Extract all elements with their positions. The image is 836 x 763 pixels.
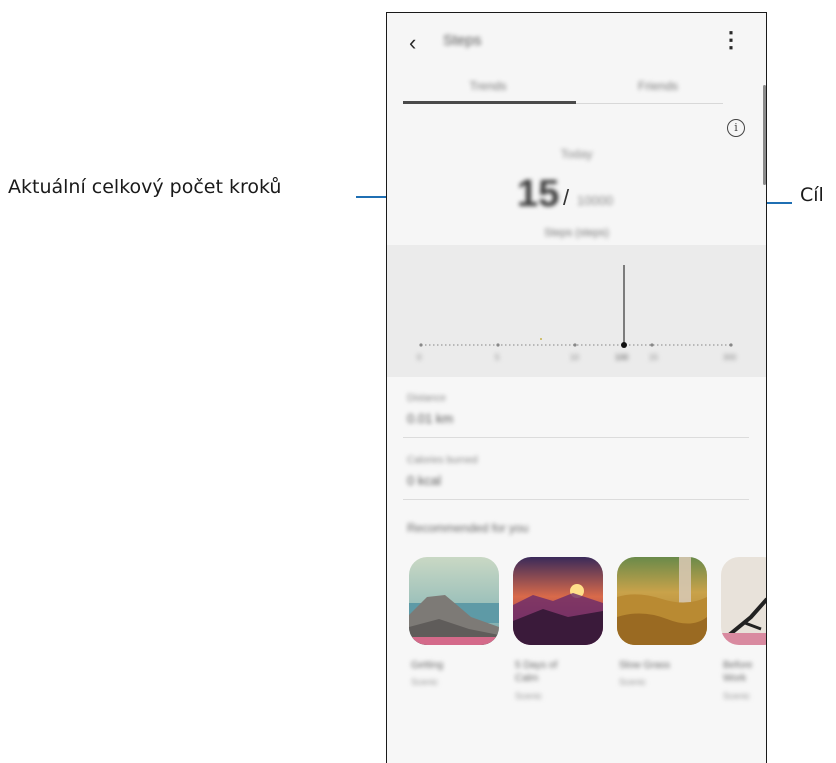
steps-separator: /: [563, 185, 570, 210]
card-subtitle: Scenic: [619, 677, 647, 687]
distance-label: Distance: [407, 393, 446, 404]
recommendation-card-1[interactable]: [409, 557, 499, 645]
recommended-title: Recommended for you: [407, 521, 529, 535]
card-title: Getting: [411, 660, 444, 671]
chart-tick-mark: [496, 343, 500, 347]
calories-value: 0 kcal: [407, 473, 441, 488]
chart-tick-label: 5: [495, 353, 500, 362]
card-title: Before Work: [723, 660, 753, 684]
recommendation-card-4[interactable]: [721, 557, 766, 645]
steps-chart[interactable]: 0 5 10 100 15 300: [387, 245, 766, 377]
current-steps-value: 15: [517, 173, 560, 215]
callout-current-steps: Aktuální celkový počet kroků: [8, 176, 282, 198]
recommendation-card-2[interactable]: [513, 557, 603, 645]
card-title: Slow Grass: [619, 660, 671, 671]
toolbar: ‹ Steps ⋮: [387, 13, 766, 69]
card-title: 5 Days of Calm: [515, 660, 558, 684]
chart-tick-mark: [419, 343, 423, 347]
card-image-wheat-field: [617, 557, 707, 645]
scrollbar[interactable]: [763, 85, 766, 185]
chart-tick-mark: [573, 343, 577, 347]
chart-tick-mark: [650, 343, 654, 347]
tab-indicator: [403, 101, 576, 104]
tab-friends[interactable]: Friends: [573, 79, 743, 93]
callout-goal: Cíl: [800, 184, 824, 206]
screen-title: Steps: [443, 32, 482, 49]
card-image-sunset-mountains: [513, 557, 603, 645]
recommendation-card-3[interactable]: [617, 557, 707, 645]
more-vert-icon[interactable]: ⋮: [720, 27, 742, 53]
chart-tick-label: 10: [570, 353, 579, 362]
steps-unit-label: Steps (steps): [544, 227, 609, 239]
chart-tick-mark: [729, 343, 733, 347]
chart-tick-label: 300: [723, 353, 737, 362]
back-icon[interactable]: ‹: [409, 30, 416, 56]
card-image-rocky-coast: [409, 557, 499, 645]
info-icon[interactable]: i: [727, 119, 745, 137]
divider: [403, 499, 749, 500]
chart-point: [540, 338, 542, 340]
chart-tick-label: 15: [649, 353, 658, 362]
card-subtitle: Scenic: [723, 691, 751, 701]
card-image-yoga: [721, 557, 766, 645]
distance-value: 0.01 km: [407, 411, 454, 426]
card-subtitle: Scenic: [515, 691, 543, 701]
tab-trends[interactable]: Trends: [403, 79, 573, 93]
card-subtitle: Scenic: [411, 677, 439, 687]
chart-tick-label: 100: [615, 353, 629, 362]
phone-screen: ‹ Steps ⋮ Trends Friends i Today 15 / 10…: [386, 12, 767, 763]
period-label: Today: [560, 147, 593, 161]
divider: [403, 437, 749, 438]
chart-tick-label: 0: [417, 353, 422, 362]
chart-current-marker: [621, 342, 627, 348]
goal-steps-value: 10000: [577, 193, 614, 208]
calories-label: Calories burned: [407, 455, 478, 466]
